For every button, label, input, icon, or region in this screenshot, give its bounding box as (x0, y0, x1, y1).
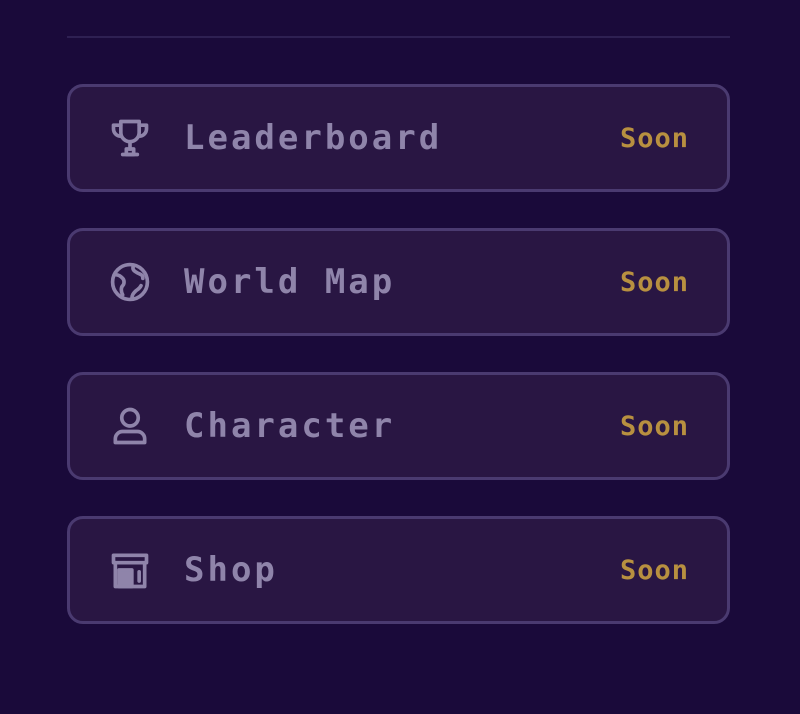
menu-item-world-map[interactable]: World Map Soon (67, 228, 730, 336)
menu-item-character[interactable]: Character Soon (67, 372, 730, 480)
menu-item-label: Shop (184, 550, 278, 590)
store-icon (108, 548, 152, 592)
top-divider (67, 36, 730, 38)
soon-badge: Soon (619, 554, 689, 586)
menu-item-label: Leaderboard (184, 118, 443, 158)
user-icon (108, 404, 152, 448)
menu-item-leaderboard[interactable]: Leaderboard Soon (67, 84, 730, 192)
trophy-icon (108, 116, 152, 160)
soon-badge: Soon (619, 410, 689, 442)
menu-item-shop[interactable]: Shop Soon (67, 516, 730, 624)
globe-icon (108, 260, 152, 304)
feature-menu: Leaderboard Soon World Map Soon Characte… (67, 84, 730, 660)
menu-item-label: Character (184, 406, 396, 446)
soon-badge: Soon (619, 122, 689, 154)
menu-item-label: World Map (184, 262, 396, 302)
soon-badge: Soon (619, 266, 689, 298)
